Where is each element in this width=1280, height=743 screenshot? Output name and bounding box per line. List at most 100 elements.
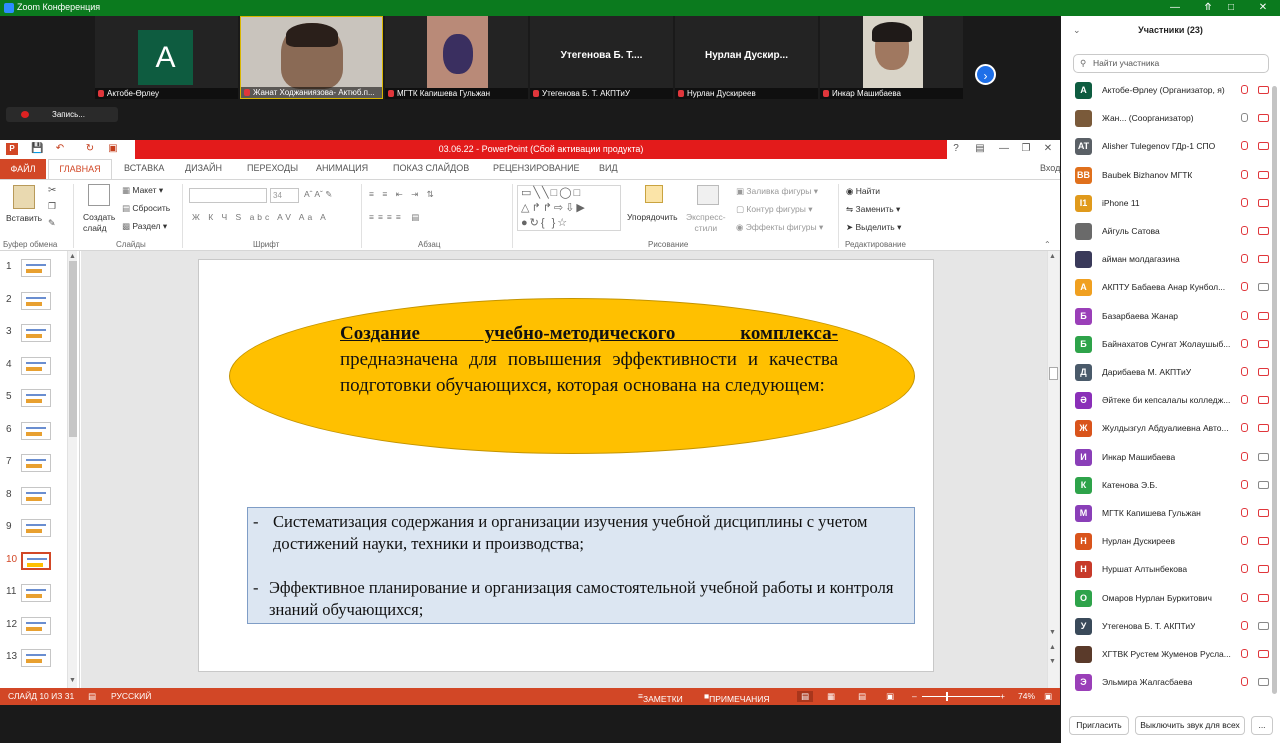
ppt-minimize-button[interactable]: —: [998, 143, 1010, 155]
video-tile[interactable]: Утегенова Б. Т.... Утегенова Б. Т. АКПТи…: [530, 16, 673, 99]
camera-icon[interactable]: [1258, 537, 1269, 546]
start-slideshow-icon[interactable]: ▣: [107, 143, 119, 155]
mic-muted-icon[interactable]: [1241, 197, 1248, 207]
mic-muted-icon[interactable]: [1241, 254, 1248, 264]
participant-row[interactable]: Ж Жулдызгул Абдуалиевна Авто...: [1061, 414, 1280, 442]
arrange-icon[interactable]: [645, 185, 663, 203]
invite-button[interactable]: Пригласить: [1069, 716, 1129, 735]
maximize-button[interactable]: □: [1216, 0, 1246, 16]
recording-indicator[interactable]: Запись...: [6, 107, 118, 122]
camera-icon[interactable]: [1258, 650, 1269, 658]
minimize-button[interactable]: —: [1160, 0, 1190, 16]
paste-button[interactable]: Вставить: [6, 213, 42, 223]
participant-row[interactable]: А Актобе-Өрлеу (Организатор, я): [1061, 76, 1280, 104]
select-button[interactable]: ➤ Выделить ▾: [846, 222, 901, 233]
reading-view-icon[interactable]: ▤: [858, 691, 866, 702]
shapes-gallery[interactable]: ▭╲╲□◯□ △↱↱⇨⇩▶ ●↻{ }☆: [517, 185, 621, 231]
font-grow-shrink-icons[interactable]: Aˆ Aˇ ✎: [304, 189, 332, 200]
participant-row[interactable]: Жан... (Соорганизатор): [1061, 104, 1280, 132]
mic-muted-icon[interactable]: [1241, 169, 1248, 179]
ppt-close-button[interactable]: ✕: [1042, 143, 1054, 155]
camera-icon[interactable]: [1258, 114, 1269, 123]
slide-thumbnail[interactable]: [21, 389, 51, 407]
mic-muted-icon[interactable]: [1241, 310, 1248, 320]
mic-muted-icon[interactable]: [1241, 282, 1248, 292]
mic-muted-icon[interactable]: [1241, 536, 1248, 546]
slideshow-icon[interactable]: ▣: [886, 691, 894, 702]
tab-review[interactable]: РЕЦЕНЗИРОВАНИЕ: [493, 163, 580, 173]
participant-row[interactable]: Ә Әйтеке би кепсалалы колледж...: [1061, 386, 1280, 414]
paste-icon[interactable]: [13, 185, 35, 209]
more-button[interactable]: ...: [1251, 716, 1273, 735]
participant-row[interactable]: У Утегенова Б. Т. АКПТиУ: [1061, 612, 1280, 640]
font-style-buttons[interactable]: Ж К Ч S abc AV Aa A: [192, 212, 329, 222]
participant-row[interactable]: Н Нурлан Дускиреев: [1061, 527, 1280, 555]
camera-icon[interactable]: [1258, 424, 1269, 433]
camera-icon[interactable]: [1258, 396, 1269, 405]
mic-muted-icon[interactable]: [1241, 479, 1248, 489]
next-slide-icon[interactable]: ▼: [1049, 658, 1056, 665]
participant-row[interactable]: М МГТК Капишева Гульжан: [1061, 499, 1280, 527]
redo-icon[interactable]: ↻: [84, 143, 96, 155]
fit-slide-icon[interactable]: ▣: [1044, 691, 1052, 702]
slide-title[interactable]: Создание учебно-методического комплекса-…: [340, 321, 838, 399]
section-button[interactable]: ▩ Раздел ▾: [122, 221, 167, 232]
find-button[interactable]: ◉ Найти: [846, 186, 880, 197]
tab-slideshow[interactable]: ПОКАЗ СЛАЙДОВ: [393, 163, 469, 173]
reset-button[interactable]: ▤ Сбросить: [122, 203, 170, 214]
camera-icon[interactable]: [1258, 565, 1269, 574]
slide-thumbnail[interactable]: [21, 486, 51, 505]
bullets-textbox[interactable]: - Систематизация содержания и организаци…: [247, 507, 915, 624]
zoom-slider[interactable]: [922, 696, 1000, 697]
mute-all-button[interactable]: Выключить звук для всех: [1135, 716, 1245, 735]
arrange-button[interactable]: Упорядочить: [627, 212, 678, 222]
close-button[interactable]: ✕: [1248, 0, 1278, 16]
layout-button[interactable]: ▦ Макет ▾: [122, 185, 163, 196]
signin-link[interactable]: Вход: [1040, 163, 1060, 173]
list-buttons[interactable]: ≡ ≡ ⇤ ⇥ ⇅: [369, 189, 437, 200]
slide-thumbnail[interactable]: [21, 291, 51, 310]
participant-row[interactable]: Н Нуршат Алтынбекова: [1061, 555, 1280, 583]
slide-thumbnail[interactable]: [21, 454, 51, 472]
camera-icon[interactable]: [1258, 86, 1269, 94]
camera-icon[interactable]: [1258, 678, 1269, 687]
tab-file[interactable]: ФАЙЛ: [0, 159, 46, 179]
slide-thumbnail[interactable]: [21, 519, 51, 537]
participant-row[interactable]: ХГТВК Рустем Жуменов Русла...: [1061, 640, 1280, 668]
mic-muted-icon[interactable]: [1241, 649, 1248, 658]
normal-view-icon[interactable]: ▤: [797, 691, 814, 702]
slide-thumbnail[interactable]: [21, 324, 51, 342]
mic-muted-icon[interactable]: [1241, 620, 1248, 630]
zoom-out-icon[interactable]: –: [912, 691, 917, 701]
slide-thumbnail[interactable]: [21, 259, 51, 277]
comments-button[interactable]: ■ ПРИМЕЧАНИЯ: [704, 691, 770, 704]
camera-icon[interactable]: [1258, 509, 1269, 517]
ppt-restore-button[interactable]: ❐: [1020, 143, 1032, 155]
save-icon[interactable]: 💾: [31, 143, 43, 155]
tab-view[interactable]: ВИД: [599, 163, 618, 173]
camera-icon[interactable]: [1258, 170, 1269, 179]
participant-row[interactable]: К Катенова Э.Б.: [1061, 471, 1280, 499]
font-family-select[interactable]: [189, 188, 267, 203]
slide-sorter-icon[interactable]: ▦: [827, 691, 835, 702]
camera-icon[interactable]: [1258, 311, 1269, 320]
camera-icon[interactable]: [1258, 452, 1269, 461]
mic-muted-icon[interactable]: [1241, 423, 1248, 433]
vertical-scrollbar[interactable]: ▲ ▼ ▲ ▼: [1047, 251, 1059, 688]
participant-row[interactable]: Б Базарбаева Жанар: [1061, 302, 1280, 330]
camera-icon[interactable]: [1258, 198, 1269, 207]
collapse-ribbon-icon[interactable]: ⌃: [1044, 240, 1051, 249]
participant-scrollbar[interactable]: [1272, 86, 1277, 694]
video-tile[interactable]: Нурлан Дускир... Нурлан Дускиреев: [675, 16, 818, 99]
participant-row[interactable]: AT Alisher Tulegenov ГДр-1 СПО: [1061, 132, 1280, 160]
video-tile[interactable]: Жанат Ходжаниязова- Актюб.п...: [240, 16, 383, 99]
tab-insert[interactable]: ВСТАВКА: [124, 163, 164, 173]
camera-icon[interactable]: [1258, 593, 1269, 602]
replace-button[interactable]: ⇋ Заменить ▾: [846, 204, 900, 215]
participant-row[interactable]: О Омаров Нурлан Буркитович: [1061, 584, 1280, 612]
new-slide-button[interactable]: Создать слайд: [83, 212, 115, 234]
format-painter-icon[interactable]: ✎: [48, 218, 56, 229]
mic-muted-icon[interactable]: [1241, 226, 1248, 235]
shape-effects-button[interactable]: ◉ Эффекты фигуры ▾: [736, 222, 823, 233]
video-tile[interactable]: Инкар Машибаева: [820, 16, 963, 99]
